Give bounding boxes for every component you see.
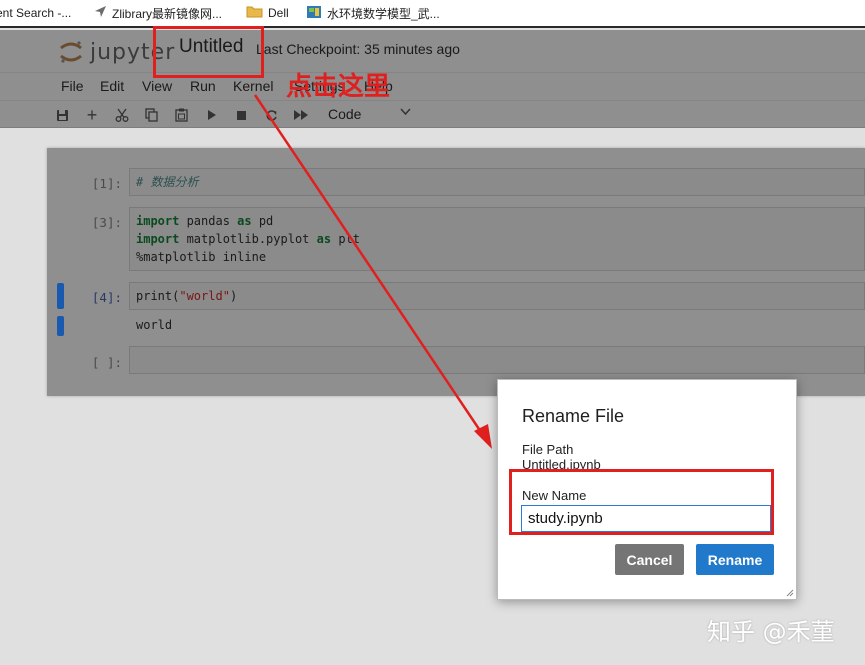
watermark-text: 知乎 @禾菫 xyxy=(707,618,835,646)
file-path-label: File Path xyxy=(522,442,574,457)
rename-button[interactable]: Rename xyxy=(696,544,774,575)
resize-handle-icon[interactable] xyxy=(784,587,794,597)
new-name-highlight-box xyxy=(509,469,774,535)
cancel-button[interactable]: Cancel xyxy=(615,544,684,575)
dialog-title: Rename File xyxy=(522,406,625,426)
